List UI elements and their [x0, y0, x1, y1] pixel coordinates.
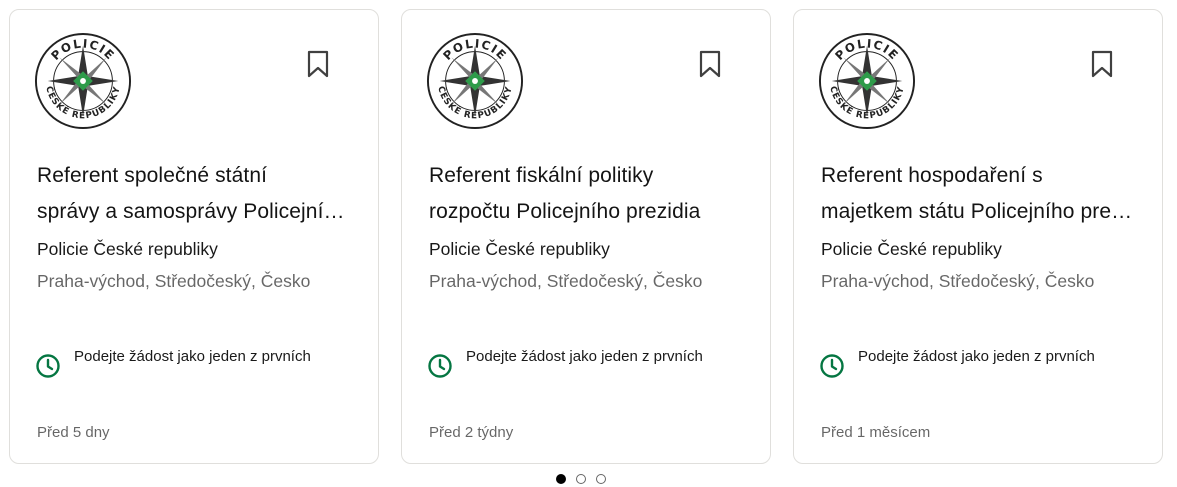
job-insight: Podejte žádost jako jeden z prvních	[35, 346, 355, 379]
job-location: Praha-východ, Středočeský, Česko	[37, 271, 311, 291]
company-logo: POLICIE ČESKÉ REPUBLIKY	[818, 32, 916, 130]
clock-icon	[820, 354, 844, 378]
clock-icon	[428, 354, 452, 378]
carousel-dot-1[interactable]	[556, 474, 566, 484]
job-carousel: POLICIE ČESKÉ REPUBLIKY Referent společn…	[0, 0, 1177, 487]
job-title-line: správy a samosprávy Policejního prezidia	[37, 200, 355, 223]
clock-icon	[36, 354, 60, 378]
save-job-button[interactable]	[690, 44, 730, 84]
posted-time: Před 1 měsícem	[821, 424, 931, 441]
company-name: Policie České republiky	[429, 239, 610, 259]
carousel-pagination	[556, 474, 606, 484]
job-card[interactable]: POLICIE ČESKÉ REPUBLIKY Referent společn…	[9, 9, 379, 464]
police-badge-icon: POLICIE ČESKÉ REPUBLIKY	[818, 32, 916, 130]
posted-time: Před 2 týdny	[429, 424, 514, 441]
job-title[interactable]: Referent hospodaření s majetkem státu Po…	[821, 158, 1139, 230]
job-card-list: POLICIE ČESKÉ REPUBLIKY Referent společn…	[9, 9, 1163, 464]
insight-text: Podejte žádost jako jeden z prvních	[466, 348, 703, 365]
job-title[interactable]: Referent společné státní správy a samosp…	[37, 158, 355, 230]
job-title-line: Referent společné státní	[37, 164, 268, 187]
police-badge-icon: POLICIE ČESKÉ REPUBLIKY	[34, 32, 132, 130]
job-title-line: Referent fiskální politiky	[429, 164, 654, 187]
job-title-line: rozpočtu Policejního prezidia	[429, 200, 701, 223]
carousel-dot-2[interactable]	[576, 474, 586, 484]
posted-time: Před 5 dny	[37, 424, 110, 441]
company-logo: POLICIE ČESKÉ REPUBLIKY	[34, 32, 132, 130]
job-title-line: Referent hospodaření s	[821, 164, 1043, 187]
job-card[interactable]: POLICIE ČESKÉ REPUBLIKY Referent fiskáln…	[401, 9, 771, 464]
job-title[interactable]: Referent fiskální politiky rozpočtu Poli…	[429, 158, 747, 230]
company-name: Policie České republiky	[821, 239, 1002, 259]
company-name: Policie České republiky	[37, 239, 218, 259]
bookmark-icon	[699, 50, 721, 78]
company-logo: POLICIE ČESKÉ REPUBLIKY	[426, 32, 524, 130]
save-job-button[interactable]	[298, 44, 338, 84]
carousel-dot-3[interactable]	[596, 474, 606, 484]
insight-text: Podejte žádost jako jeden z prvních	[858, 348, 1095, 365]
bookmark-icon	[307, 50, 329, 78]
police-badge-icon: POLICIE ČESKÉ REPUBLIKY	[426, 32, 524, 130]
job-location: Praha-východ, Středočeský, Česko	[429, 271, 703, 291]
job-insight: Podejte žádost jako jeden z prvních	[427, 346, 747, 379]
bookmark-icon	[1091, 50, 1113, 78]
job-card[interactable]: POLICIE ČESKÉ REPUBLIKY Referent hospoda…	[793, 9, 1163, 464]
insight-text: Podejte žádost jako jeden z prvních	[74, 348, 311, 365]
job-insight: Podejte žádost jako jeden z prvních	[819, 346, 1139, 379]
job-title-line: majetkem státu Policejního prezidia	[821, 200, 1139, 223]
job-location: Praha-východ, Středočeský, Česko	[821, 271, 1095, 291]
save-job-button[interactable]	[1082, 44, 1122, 84]
